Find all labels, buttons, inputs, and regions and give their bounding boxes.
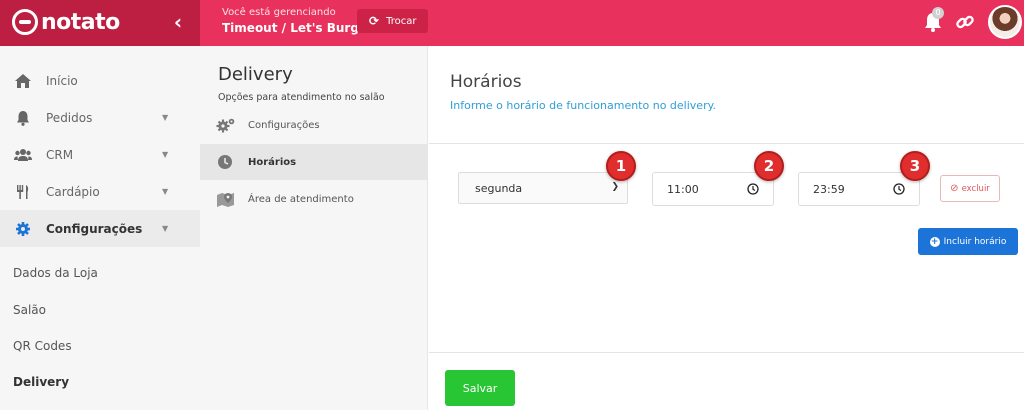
collapse-sidebar-icon[interactable]: ‹ [168, 10, 188, 34]
sidebar: Início Pedidos ▼ CRM ▼ Cardápio ▼ Config… [0, 46, 200, 410]
add-schedule-button[interactable]: + Incluir horário [918, 228, 1018, 255]
sidebar-subitem-qr-codes[interactable]: QR Codes [13, 339, 72, 353]
panel-item-label: Área de atendimento [248, 193, 354, 205]
sidebar-item-inicio[interactable]: Início [0, 62, 200, 99]
link-icon[interactable] [955, 12, 975, 32]
bell-icon [14, 110, 32, 126]
panel-subtitle: Opções para atendimento no salão [218, 92, 385, 103]
plus-circle-icon: + [929, 236, 940, 247]
cogs-icon [216, 117, 236, 133]
gear-icon [14, 221, 32, 237]
close-time-value: 23:59 [813, 182, 845, 196]
swap-store-label: Trocar [386, 15, 417, 27]
close-time-input[interactable]: 23:59 [798, 172, 920, 206]
users-icon [14, 147, 32, 163]
utensils-icon [14, 184, 32, 200]
sidebar-item-label: Cardápio [46, 184, 100, 199]
day-select-value: segunda [475, 181, 523, 195]
save-button[interactable]: Salvar [445, 370, 515, 406]
chevron-down-icon: ▼ [162, 224, 169, 233]
sidebar-item-label: Pedidos [46, 110, 93, 125]
panel-item-label: Configurações [248, 119, 320, 131]
logo[interactable]: notato [12, 9, 120, 35]
logo-text: notato [41, 9, 120, 35]
step-marker-1: 1 [606, 151, 636, 181]
panel-item-horarios[interactable]: Horários [200, 144, 428, 180]
sidebar-item-cardapio[interactable]: Cardápio ▼ [0, 173, 200, 210]
clock-icon[interactable] [747, 183, 759, 195]
chevron-down-icon: ▼ [162, 187, 169, 196]
managing-hint: Você está gerenciando [222, 7, 336, 18]
top-bar: notato ‹ Você está gerenciando Timeout /… [0, 0, 1024, 46]
add-schedule-label: Incluir horário [943, 236, 1007, 247]
panel-item-label: Horários [248, 156, 297, 168]
chevron-down-icon: ▼ [162, 113, 169, 122]
sidebar-item-pedidos[interactable]: Pedidos ▼ [0, 99, 200, 136]
store-name: Timeout / Let's Burger [222, 21, 373, 35]
sidebar-item-label: Configurações [46, 221, 143, 236]
map-icon [216, 191, 236, 207]
sidebar-item-label: Início [46, 73, 78, 88]
content-header: Horários Informe o horário de funcioname… [429, 46, 1024, 144]
ban-icon: ⊘ [950, 183, 959, 194]
chevron-down-icon: ▼ [162, 150, 169, 159]
sidebar-item-configuracoes[interactable]: Configurações ▼ [0, 210, 200, 247]
logo-mark [12, 9, 38, 35]
sidebar-subitem-delivery[interactable]: Delivery [13, 375, 69, 389]
sidebar-item-label: CRM [46, 147, 74, 162]
clock-icon [216, 154, 236, 170]
form-footer [429, 352, 1024, 410]
brand-area: notato ‹ [0, 0, 200, 46]
store-context: Você está gerenciando Timeout / Let's Bu… [222, 7, 373, 35]
panel-title: Delivery [218, 64, 293, 85]
day-select[interactable]: segunda ❯ [458, 172, 628, 204]
panel-item-configuracoes[interactable]: Configurações [200, 107, 428, 143]
sidebar-item-crm[interactable]: CRM ▼ [0, 136, 200, 173]
delivery-panel: Delivery Opções para atendimento no salã… [200, 46, 428, 410]
home-icon [14, 73, 32, 89]
user-avatar[interactable] [988, 5, 1022, 39]
page-title: Horários [450, 72, 522, 92]
remove-schedule-button[interactable]: ⊘ excluir [940, 175, 1000, 202]
open-time-input[interactable]: 11:00 [652, 172, 774, 206]
refresh-icon: ⟳ [369, 14, 380, 28]
swap-store-button[interactable]: ⟳ Trocar [357, 9, 429, 33]
chevron-down-icon: ❯ [611, 182, 619, 192]
remove-schedule-label: excluir [961, 183, 990, 194]
sidebar-subitem-dados-da-loja[interactable]: Dados da Loja [13, 266, 98, 280]
clock-icon[interactable] [893, 183, 905, 195]
page-subtitle: Informe o horário de funcionamento no de… [450, 99, 717, 112]
notification-badge: 0 [932, 7, 944, 19]
sidebar-subitem-salao[interactable]: Salão [13, 303, 46, 317]
open-time-value: 11:00 [667, 182, 699, 196]
step-marker-3: 3 [900, 151, 930, 181]
step-marker-2: 2 [754, 151, 784, 181]
panel-item-area-de-atendimento[interactable]: Área de atendimento [200, 181, 428, 217]
